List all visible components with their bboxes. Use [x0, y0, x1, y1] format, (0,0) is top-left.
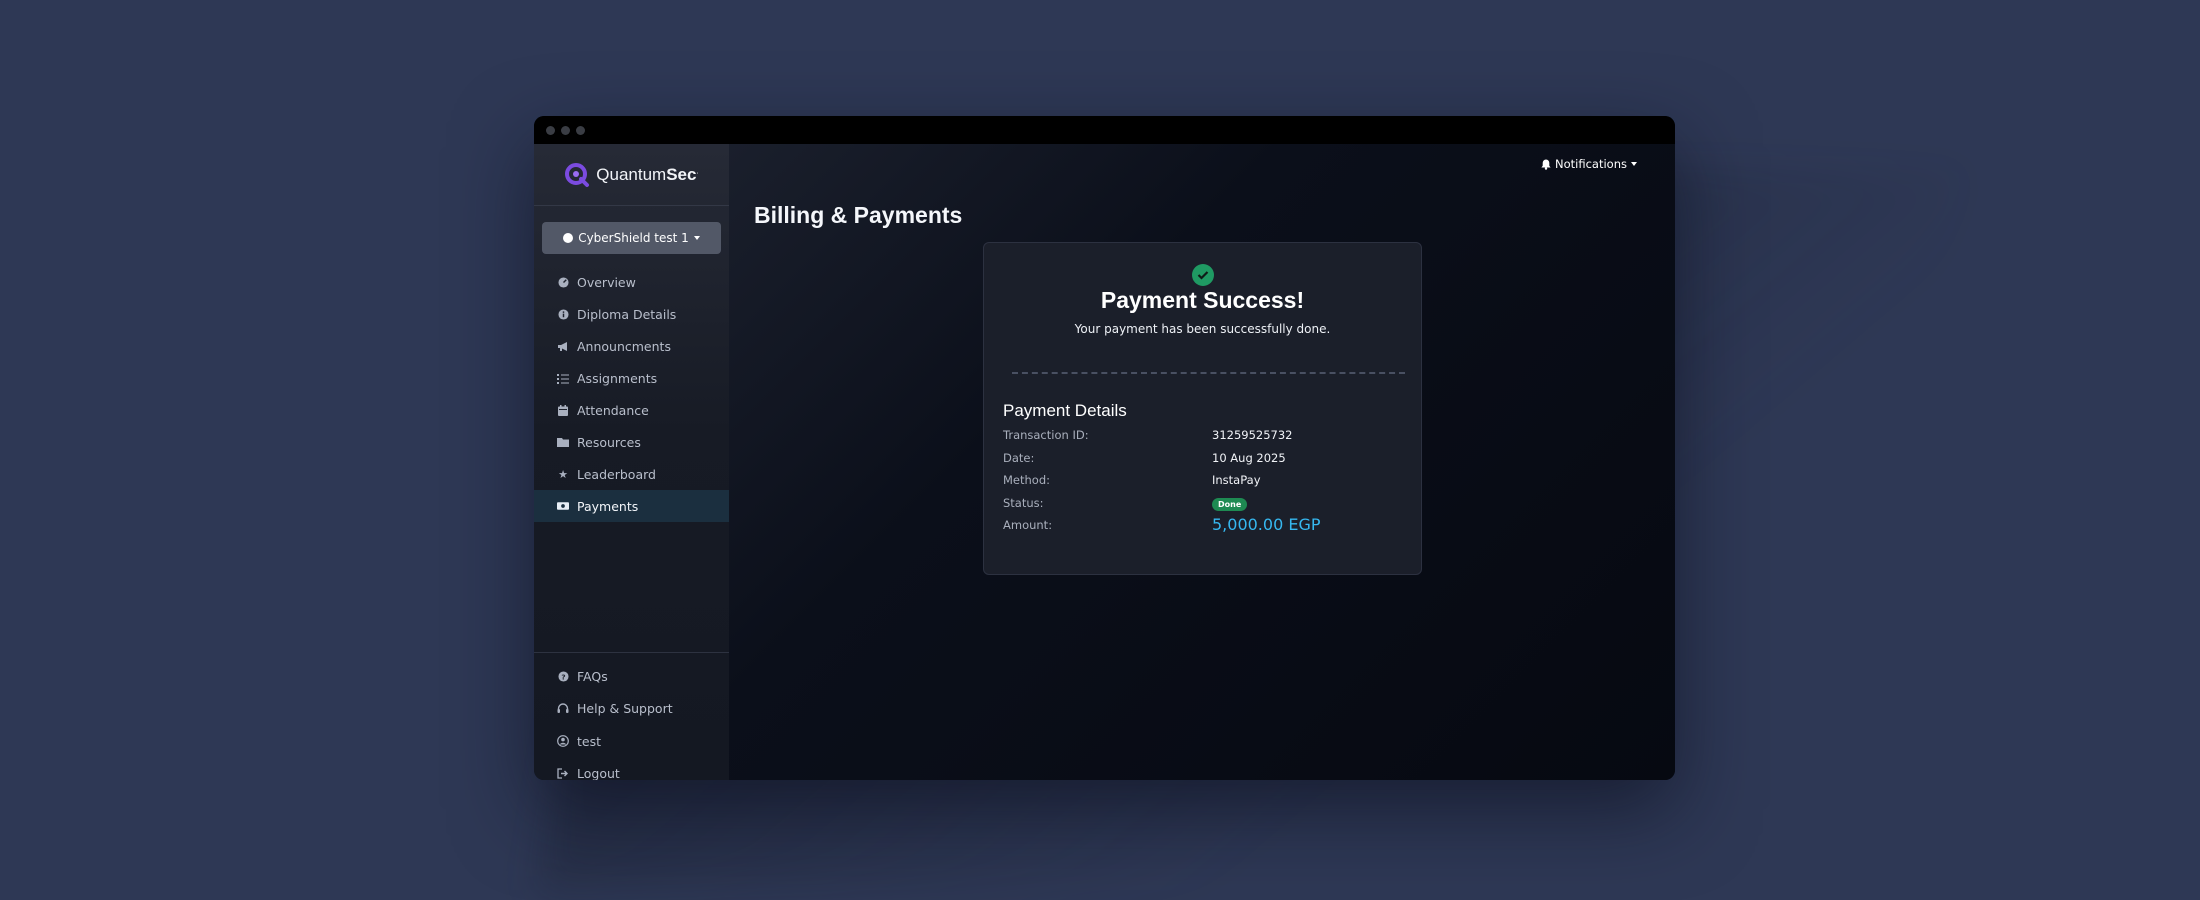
money-icon: [557, 500, 569, 512]
detail-key: Method:: [1003, 473, 1051, 487]
sidebar-item-label: Logout: [577, 766, 620, 780]
org-switcher-button[interactable]: CyberShield test 1: [542, 222, 721, 254]
sidebar-item-label: Help & Support: [577, 701, 673, 717]
sidebar-item-label: Leaderboard: [577, 466, 656, 482]
main-content: Notifications Billing & Payments Payment…: [729, 144, 1675, 780]
question-icon: ?: [557, 670, 569, 682]
gauge-icon: [557, 276, 569, 288]
sidebar-divider: [534, 652, 729, 653]
sidebar-item-label: Attendance: [577, 402, 649, 418]
sidebar-item-label: Payments: [577, 498, 639, 514]
brand-name: QuantumSec.: [596, 164, 699, 184]
star-icon: ★: [558, 467, 568, 481]
sidebar-item-faqs[interactable]: ? FAQs: [534, 660, 729, 693]
detail-row-date: Date: 10 Aug 2025: [1003, 451, 1403, 471]
payment-success-card: Payment Success! Your payment has been s…: [983, 242, 1422, 575]
sidebar-item-assignments[interactable]: Assignments: [534, 362, 729, 394]
sidebar-item-logout[interactable]: Logout: [534, 758, 729, 780]
sidebar-item-label: Announcments: [577, 338, 671, 354]
sidebar-item-label: Overview: [577, 274, 636, 290]
sidebar-item-help-support[interactable]: Help & Support: [534, 693, 729, 726]
user-icon: [557, 735, 569, 748]
sidebar: QuantumSec. CyberShield test 1 Overview …: [534, 144, 729, 780]
quantumsec-logo-icon: [565, 162, 590, 187]
sidebar-item-diploma-details[interactable]: Diploma Details: [534, 298, 729, 330]
sidebar-nav: Overview Diploma Details Announcments As…: [534, 266, 729, 522]
sidebar-item-overview[interactable]: Overview: [534, 266, 729, 298]
detail-row-status: Status: Done: [1003, 496, 1403, 516]
page-title: Billing & Payments: [754, 202, 963, 228]
list-icon: [557, 372, 569, 384]
payment-success-title: Payment Success!: [1100, 287, 1305, 313]
detail-row-method: Method: InstaPay: [1003, 473, 1403, 493]
folder-icon: [557, 436, 569, 448]
window-titlebar: [534, 116, 1675, 144]
sidebar-item-attendance[interactable]: Attendance: [534, 394, 729, 426]
sidebar-item-label: FAQs: [577, 668, 608, 684]
org-avatar-icon: [563, 233, 574, 243]
sidebar-item-label: Diploma Details: [577, 306, 677, 322]
window-maximize-dot[interactable]: [576, 125, 585, 135]
detail-value: InstaPay: [1212, 473, 1261, 487]
detail-key: Transaction ID:: [1003, 428, 1089, 442]
notifications-dropdown[interactable]: Notifications: [1541, 157, 1637, 171]
check-circle-icon: [1192, 264, 1214, 286]
info-icon: [557, 308, 569, 320]
detail-row-amount: Amount: 5,000.00 EGP: [1003, 515, 1403, 538]
svg-text:?: ?: [561, 672, 565, 681]
org-switcher-label: CyberShield test 1: [578, 231, 689, 245]
status-badge: Done: [1212, 498, 1248, 511]
calendar-icon: [557, 404, 569, 416]
window-close-dot[interactable]: [546, 125, 555, 135]
sidebar-bottom-nav: ? FAQs Help & Support test Logout: [534, 660, 729, 780]
chevron-down-icon: [693, 236, 700, 240]
window-minimize-dot[interactable]: [561, 125, 570, 135]
detail-row-transaction-id: Transaction ID: 31259525732: [1003, 428, 1403, 448]
logout-icon: [557, 768, 569, 780]
sidebar-item-label: test: [577, 733, 602, 749]
sidebar-item-leaderboard[interactable]: ★ Leaderboard: [534, 458, 729, 490]
detail-key: Amount:: [1003, 518, 1053, 532]
sidebar-item-announcements[interactable]: Announcments: [534, 330, 729, 362]
detail-key: Status:: [1003, 496, 1044, 510]
bell-icon: [1541, 159, 1551, 170]
app-window: QuantumSec. CyberShield test 1 Overview …: [534, 116, 1675, 780]
brand[interactable]: QuantumSec.: [534, 144, 729, 206]
detail-value: 31259525732: [1212, 428, 1293, 442]
sidebar-item-payments[interactable]: Payments: [534, 490, 729, 522]
payment-success-subtitle: Your payment has been successfully done.: [1074, 322, 1331, 336]
detail-value: 10 Aug 2025: [1212, 451, 1286, 465]
sidebar-item-profile[interactable]: test: [534, 725, 729, 758]
detail-value: Done: [1212, 496, 1248, 511]
dashed-divider: [1012, 372, 1405, 374]
payment-details-title: Payment Details: [1003, 401, 1127, 420]
megaphone-icon: [557, 340, 569, 352]
chevron-down-icon: [1631, 162, 1637, 166]
sidebar-item-label: Assignments: [577, 370, 658, 386]
sidebar-item-resources[interactable]: Resources: [534, 426, 729, 458]
sidebar-item-label: Resources: [577, 434, 641, 450]
amount-value: 5,000.00 EGP: [1212, 515, 1321, 534]
headset-icon: [557, 703, 569, 715]
notifications-label: Notifications: [1555, 157, 1627, 171]
detail-key: Date:: [1003, 451, 1035, 465]
